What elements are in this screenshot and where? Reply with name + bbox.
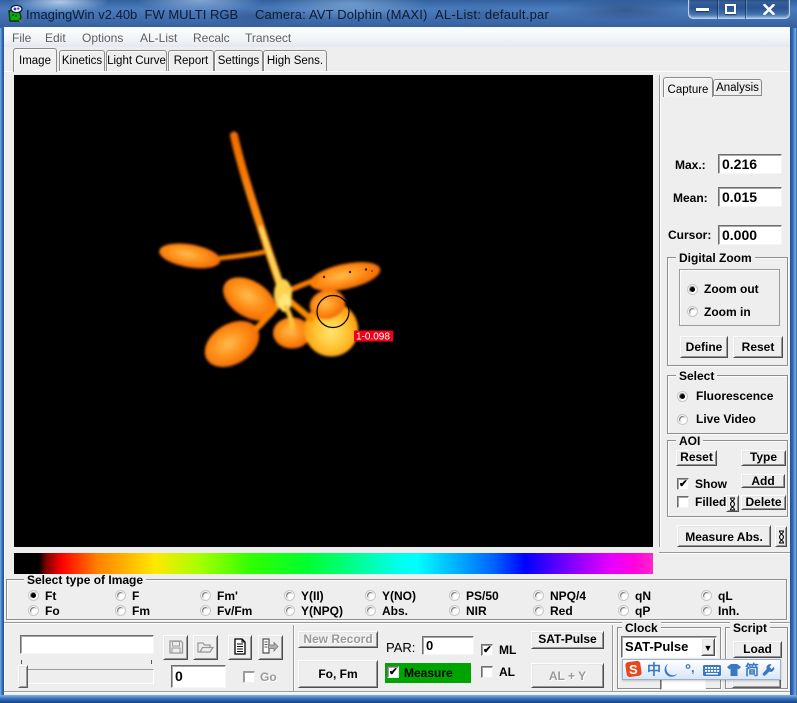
svg-text:S: S	[629, 662, 638, 677]
svg-text:1-0.098: 1-0.098	[356, 332, 390, 343]
svg-text:简: 简	[745, 662, 759, 678]
svg-text:,: ,	[691, 660, 695, 675]
svg-text:中: 中	[647, 662, 661, 678]
